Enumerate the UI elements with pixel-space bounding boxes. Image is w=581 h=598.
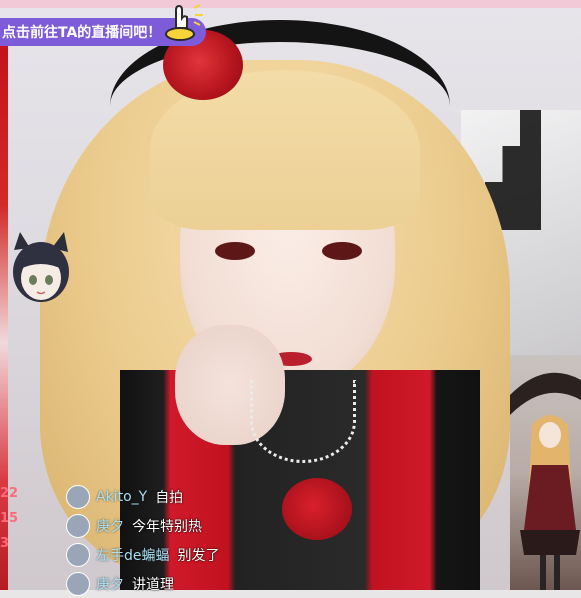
eye-right: [322, 242, 362, 260]
chat-text: 别发了: [177, 547, 220, 564]
chat-text: 自拍: [155, 489, 184, 506]
banner-text: 点击前往TA的直播间吧！: [2, 25, 162, 41]
chat-username[interactable]: 左手de蝙蝠: [96, 545, 170, 565]
chat-overlay: Akito_Y 自拍 庚夕 今年特别热 左手de蝙蝠 别发了 庚夕 讲道理: [0, 482, 300, 598]
user-avatar-icon[interactable]: [66, 542, 90, 567]
top-strip: [0, 0, 581, 8]
pip-character-icon: [510, 372, 581, 590]
pip-preview[interactable]: [510, 355, 581, 590]
pearl-necklace: [250, 380, 356, 463]
eye-left: [215, 242, 255, 260]
chat-username[interactable]: Akito_Y: [96, 489, 147, 505]
chat-message: 庚夕 今年特别热: [0, 511, 300, 540]
chat-text: 讲道理: [132, 576, 174, 593]
user-avatar-icon[interactable]: [66, 484, 90, 509]
chat-text: 今年特别热: [132, 518, 202, 535]
hand-pointer-icon[interactable]: [158, 0, 206, 44]
chat-username[interactable]: 庚夕: [96, 516, 124, 536]
user-avatar-icon[interactable]: [66, 571, 90, 596]
user-avatar-icon[interactable]: [66, 513, 90, 538]
chat-message: Akito_Y 自拍: [0, 482, 300, 511]
chat-message: 左手de蝙蝠 别发了: [0, 540, 300, 569]
chat-message: 庚夕 讲道理: [0, 569, 300, 598]
anime-mascot-icon: [13, 232, 69, 302]
chat-username[interactable]: 庚夕: [96, 574, 124, 594]
